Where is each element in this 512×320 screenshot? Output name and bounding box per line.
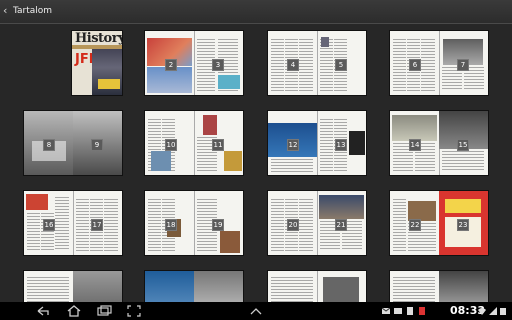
spread-16-17[interactable]: 16 17	[24, 191, 122, 255]
top-bar: ‹ Tartalom	[0, 0, 512, 24]
message-icon	[394, 308, 402, 314]
page-number: 3	[212, 59, 224, 71]
page-number: 21	[335, 219, 347, 231]
page-title: Tartalom	[13, 6, 53, 16]
spread-24-25[interactable]	[24, 271, 122, 302]
cover-badge	[98, 79, 120, 89]
page-number: 18	[165, 219, 177, 231]
signal-icon	[489, 307, 497, 315]
thumbnail-grid: History JFK 2 3 4 5 6 7 8 9 10 11 12 13 …	[0, 24, 512, 302]
wifi-icon	[478, 308, 486, 315]
spread-22-23[interactable]: 22 23	[390, 191, 488, 255]
spread-6-7[interactable]: 6 7	[390, 31, 488, 95]
page-number: 22	[409, 219, 421, 231]
back-arrow-icon[interactable]: ‹	[3, 5, 12, 17]
system-navigation-bar: 08:33	[0, 302, 512, 320]
page-number: 7	[457, 59, 469, 71]
page-number: 2	[165, 59, 177, 71]
notification-icon	[407, 307, 413, 315]
page-number: 16	[43, 219, 55, 231]
spread-14-15[interactable]: 14 15	[390, 111, 488, 175]
page-number: 13	[335, 139, 347, 151]
spread-8-9[interactable]: 8 9	[24, 111, 122, 175]
page-number: 8	[43, 139, 55, 151]
page-number: 15	[457, 139, 469, 151]
page-number: 19	[212, 219, 224, 231]
home-icon[interactable]	[66, 305, 82, 317]
spread-4-5[interactable]: 4 5	[268, 31, 366, 95]
spread-28-29[interactable]	[268, 271, 366, 302]
spread-30-31[interactable]	[390, 271, 488, 302]
cover-brand: History	[75, 31, 122, 46]
spread-20-21[interactable]: 20 21	[268, 191, 366, 255]
alert-icon	[419, 307, 425, 315]
spread-12-13[interactable]: 12 13	[268, 111, 366, 175]
recent-apps-icon[interactable]	[96, 305, 112, 317]
page-number: 11	[212, 139, 224, 151]
page-number: 9	[91, 139, 103, 151]
spread-2-3[interactable]: 2 3	[145, 31, 243, 95]
screenshot-icon[interactable]	[126, 305, 142, 317]
spread-26-27[interactable]	[145, 271, 243, 302]
mail-icon	[382, 307, 390, 314]
cover-banner	[72, 45, 122, 49]
page-number: 20	[287, 219, 299, 231]
spread-10-11[interactable]: 10 11	[145, 111, 243, 175]
page-number: 12	[287, 139, 299, 151]
page-number: 10	[165, 139, 177, 151]
page-number: 14	[409, 139, 421, 151]
cover-thumbnail[interactable]: History JFK	[72, 31, 122, 95]
page-number: 5	[335, 59, 347, 71]
spread-18-19[interactable]: 18 19	[145, 191, 243, 255]
page-number: 17	[91, 219, 103, 231]
page-number: 23	[457, 219, 469, 231]
chevron-up-icon[interactable]	[248, 305, 264, 317]
page-number: 6	[409, 59, 421, 71]
battery-icon	[500, 308, 506, 315]
back-icon[interactable]	[35, 305, 51, 317]
page-number: 4	[287, 59, 299, 71]
